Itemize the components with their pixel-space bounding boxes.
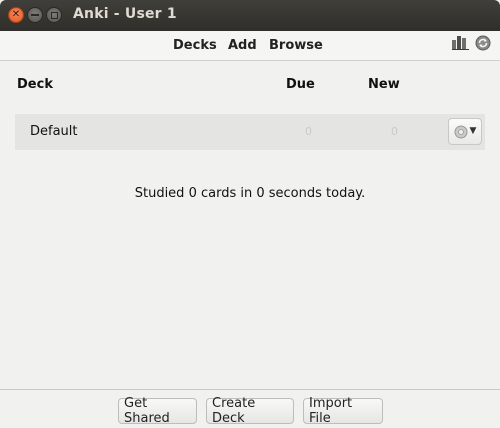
study-summary: Studied 0 cards in 0 seconds today.	[134, 186, 366, 201]
gear-icon	[454, 125, 468, 138]
window-title: Anki - User 1	[73, 6, 177, 22]
nav-decks-link[interactable]: Decks	[173, 38, 217, 53]
nav-add-link[interactable]: Add	[228, 38, 257, 53]
stats-icon[interactable]	[452, 36, 469, 50]
title-bar: ✕ Anki - User 1	[0, 0, 500, 31]
create-deck-button[interactable]: Create Deck	[206, 396, 294, 426]
close-icon[interactable]: ✕	[8, 7, 24, 23]
maximize-icon[interactable]	[46, 7, 62, 23]
new-count: 0	[391, 125, 398, 138]
minimize-icon[interactable]	[27, 7, 43, 23]
sync-icon[interactable]	[475, 35, 491, 51]
deck-row[interactable]: Default 0 0 ▼	[15, 114, 485, 150]
due-count: 0	[305, 125, 312, 138]
chevron-down-icon: ▼	[469, 126, 477, 136]
import-file-button[interactable]: Import File	[303, 396, 383, 426]
deck-options-button[interactable]: ▼	[448, 118, 482, 145]
get-shared-button[interactable]: Get Shared	[118, 396, 197, 426]
bottom-bar: Get Shared Create Deck Import File	[0, 389, 500, 428]
column-header-deck: Deck	[17, 77, 53, 92]
main-toolbar: Decks Add Browse	[0, 31, 500, 61]
column-header-due: Due	[286, 77, 315, 92]
nav-browse-link[interactable]: Browse	[269, 38, 323, 53]
deck-name-link[interactable]: Default	[30, 124, 78, 139]
column-header-new: New	[368, 77, 400, 92]
